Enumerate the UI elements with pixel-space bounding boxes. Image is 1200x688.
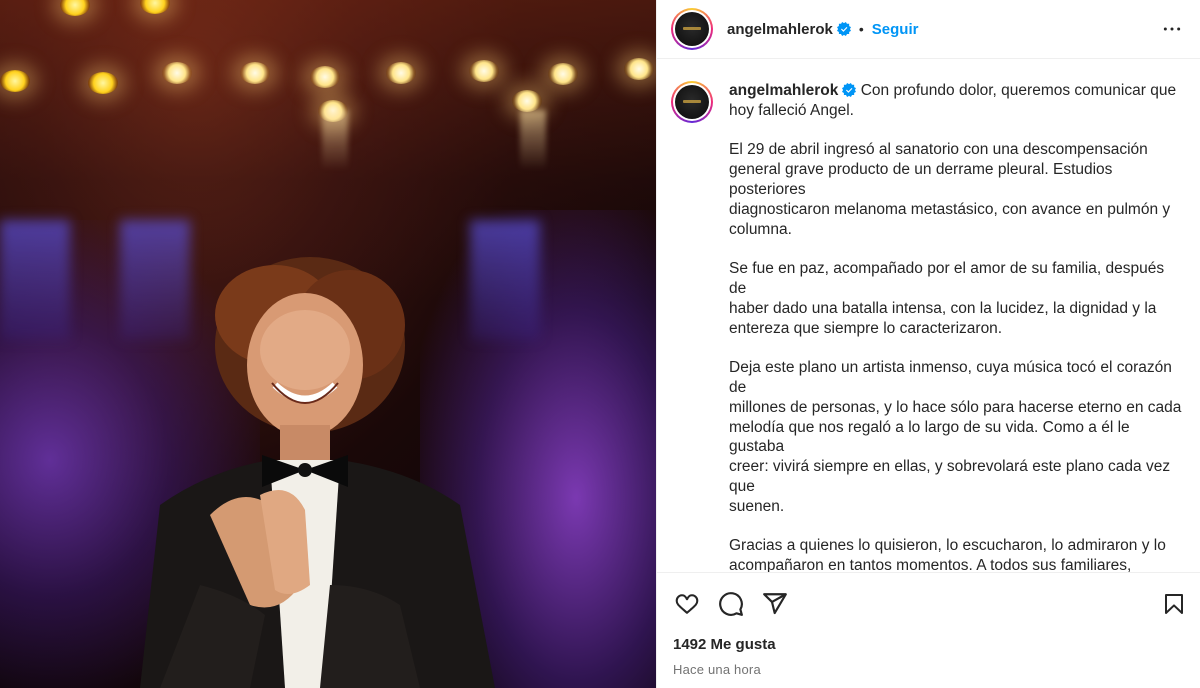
share-icon[interactable] [761,590,789,618]
light-beam [322,110,348,170]
post-header: angelmahlerok • Seguir [657,0,1200,59]
caption-row: angelmahlerok Con profundo dolor, querem… [671,81,1184,572]
action-bar [657,572,1200,634]
bookmark-icon[interactable] [1160,590,1188,618]
stage-lamp [548,63,578,85]
performer-figure [140,257,495,688]
light-beam [520,110,546,170]
stage-lamp [240,62,270,84]
stage-lamp [512,90,542,112]
caption-body: Con profundo dolor, queremos comunicar q… [729,82,1182,573]
post-photo[interactable] [0,0,656,688]
stage-lamp [310,66,340,88]
likes-count[interactable]: 1492 Me gusta [657,634,1200,656]
comment-icon[interactable] [717,590,745,618]
caption-section[interactable]: angelmahlerok Con profundo dolor, querem… [657,59,1200,572]
caption-avatar[interactable] [671,81,713,123]
caption-text: angelmahlerok Con profundo dolor, querem… [729,81,1184,572]
avatar-image [675,12,709,46]
author-avatar[interactable] [671,8,713,50]
more-horizontal-icon[interactable] [1160,17,1184,41]
stage-lamp [0,70,30,92]
post-timestamp[interactable]: Hace una hora [657,662,1200,678]
verified-badge-icon [842,83,857,97]
blue-beam [0,220,70,340]
follow-button[interactable]: Seguir [872,21,919,38]
verified-badge-icon [836,22,851,36]
stage-lamp [386,62,416,84]
stage-lamp [469,60,499,82]
stage-lamp [624,58,654,80]
avatar-image [675,85,709,119]
separator-dot: • [858,21,864,37]
stage-lamp [88,72,118,94]
author-username[interactable]: angelmahlerok [727,21,833,38]
caption-username[interactable]: angelmahlerok [729,82,838,99]
instagram-post: angelmahlerok • Seguir angelmahlerok Con… [0,0,1200,688]
heart-icon[interactable] [673,590,701,618]
stage-lamp [162,62,192,84]
post-panel: angelmahlerok • Seguir angelmahlerok Con… [656,0,1200,688]
